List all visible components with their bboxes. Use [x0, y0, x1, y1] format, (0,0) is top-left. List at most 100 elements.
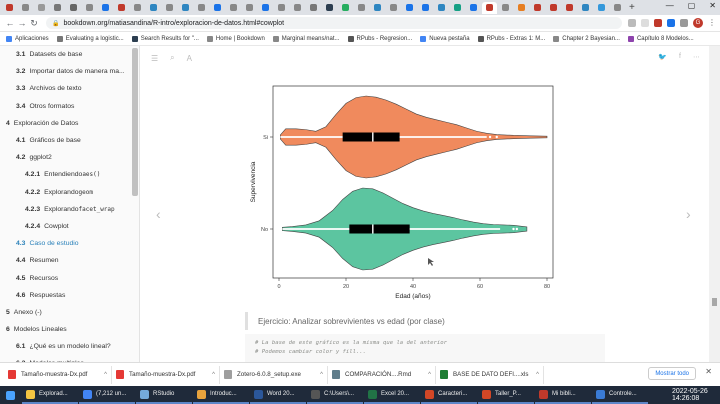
browser-tab[interactable] — [274, 2, 289, 14]
browser-tab[interactable] — [210, 2, 225, 14]
extension-icon[interactable] — [654, 19, 662, 27]
browser-tab[interactable] — [498, 2, 513, 14]
close-window-icon[interactable]: ✕ — [709, 1, 716, 10]
toc-item[interactable]: 4.1 Gráficos de base — [0, 132, 139, 149]
chevron-up-icon[interactable]: ^ — [428, 372, 431, 378]
taskbar-app[interactable]: Mi bibli... — [535, 386, 591, 404]
browser-tab[interactable] — [322, 2, 337, 14]
sidebar-scrollbar[interactable] — [132, 48, 138, 196]
puzzle-icon[interactable] — [680, 19, 688, 27]
toggle-sidebar-icon[interactable]: ☰ — [151, 54, 158, 63]
share-page-icon[interactable] — [628, 19, 636, 27]
browser-tab[interactable] — [98, 2, 113, 14]
browser-tab[interactable] — [162, 2, 177, 14]
browser-tab[interactable] — [434, 2, 449, 14]
taskbar-app[interactable]: Excel 20... — [364, 386, 420, 404]
show-all-downloads-button[interactable]: Mostrar todo — [648, 367, 696, 380]
bookmark-item[interactable]: Home | Bookdown — [206, 35, 265, 42]
bookmark-item[interactable]: RPubs - Regresion... — [347, 35, 412, 42]
browser-tab[interactable] — [146, 2, 161, 14]
browser-tab[interactable] — [562, 2, 577, 14]
browser-tab[interactable] — [18, 2, 33, 14]
bookmark-item[interactable]: Evaluating a logistic... — [56, 35, 124, 42]
browser-tab[interactable] — [386, 2, 401, 14]
previous-page-icon[interactable]: ‹ — [156, 206, 161, 222]
start-button[interactable] — [0, 386, 21, 404]
toc-item[interactable]: 4.3 Caso de estudio — [0, 235, 139, 252]
taskbar-app[interactable]: Caracteri... — [421, 386, 477, 404]
bookmark-item[interactable]: Capítulo 8 Modelos... — [627, 35, 694, 42]
bookmark-item[interactable]: Nueva pestaña — [420, 35, 470, 42]
browser-tab[interactable] — [258, 2, 273, 14]
reload-icon[interactable]: ↻ — [28, 18, 40, 29]
next-page-icon[interactable]: › — [686, 206, 691, 222]
download-item[interactable]: Tamaño-muestra-Dx.pdf ^ — [4, 365, 112, 384]
browser-tab[interactable] — [66, 2, 81, 14]
toc-item[interactable]: 4.6 Respuestas — [0, 287, 139, 304]
browser-tab[interactable] — [354, 2, 369, 14]
bookmark-item[interactable]: Search Results for "... — [131, 35, 199, 42]
taskbar-app[interactable]: (7,212 un... — [79, 386, 135, 404]
font-settings-icon[interactable]: A — [187, 54, 192, 63]
toc-item[interactable]: 3.2 Importar datos de manera ma... — [0, 63, 139, 80]
download-item[interactable]: Zotero-6.0.8_setup.exe ^ — [220, 365, 328, 384]
page-scrollbar[interactable] — [709, 46, 720, 362]
chevron-up-icon[interactable]: ^ — [320, 372, 323, 378]
extension-icon[interactable] — [667, 19, 675, 27]
browser-tab[interactable] — [466, 2, 481, 14]
forward-icon[interactable]: → — [16, 18, 28, 28]
search-icon[interactable]: ⌕ — [170, 53, 174, 63]
toc-item[interactable]: 4 Exploración de Datos — [0, 115, 139, 132]
browser-tab[interactable] — [546, 2, 561, 14]
browser-tab[interactable] — [482, 1, 497, 14]
browser-tab[interactable] — [450, 2, 465, 14]
toc-item[interactable]: 5 Anexo (-) — [0, 304, 139, 321]
taskbar-app[interactable]: C:\Users\... — [307, 386, 363, 404]
taskbar-app[interactable]: Introduc... — [193, 386, 249, 404]
chevron-up-icon[interactable]: ^ — [536, 372, 539, 378]
taskbar-app[interactable]: Taller_P... — [478, 386, 534, 404]
toc-item[interactable]: 4.2.4 Cowplot — [0, 218, 139, 235]
menu-dots-icon[interactable]: ⋮ — [708, 19, 716, 27]
taskbar-app[interactable]: RStudio — [136, 386, 192, 404]
close-downloads-icon[interactable]: ✕ — [705, 367, 712, 376]
toc-item[interactable]: 6.2Modelos multiples — [0, 355, 139, 362]
download-item[interactable]: COMPARACIÓN....Rmd ^ — [328, 365, 436, 384]
browser-tab[interactable] — [50, 2, 65, 14]
browser-tab[interactable] — [290, 2, 305, 14]
profile-avatar[interactable]: G — [693, 18, 703, 28]
toc-item[interactable]: 4.2.3 Explorando facet_wrap — [0, 201, 139, 218]
chevron-up-icon[interactable]: ^ — [212, 372, 215, 378]
browser-tab[interactable] — [530, 2, 545, 14]
page-scrollbar-thumb[interactable] — [712, 298, 717, 306]
browser-tab[interactable] — [130, 2, 145, 14]
chevron-up-icon[interactable]: ^ — [104, 372, 107, 378]
toc-item[interactable]: 4.2.2 Explorando geom — [0, 184, 139, 201]
browser-tab[interactable] — [226, 2, 241, 14]
browser-tab[interactable] — [2, 2, 17, 14]
browser-tab[interactable] — [306, 2, 321, 14]
taskbar-app[interactable]: Word 20... — [250, 386, 306, 404]
browser-tab[interactable] — [402, 2, 417, 14]
toc-item[interactable]: 6.1 ¿Qué es un modelo lineal? — [0, 338, 139, 355]
toc-item[interactable]: 3.1 Datasets de base — [0, 46, 139, 63]
toc-item[interactable]: 4.2.1 Entendiendo aes() — [0, 166, 139, 183]
twitter-icon[interactable]: 🐦 — [658, 53, 667, 61]
browser-tab[interactable] — [418, 2, 433, 14]
browser-tab[interactable] — [610, 2, 625, 14]
taskbar-app[interactable]: Explorad... — [22, 386, 78, 404]
browser-tab[interactable] — [514, 2, 529, 14]
browser-tab[interactable] — [338, 2, 353, 14]
taskbar-app[interactable]: Controle... — [592, 386, 648, 404]
maximize-icon[interactable]: ▢ — [688, 1, 696, 10]
toc-item[interactable]: 4.5 Recursos — [0, 269, 139, 286]
browser-tab[interactable] — [82, 2, 97, 14]
minimize-icon[interactable]: — — [666, 1, 674, 10]
toc-item[interactable]: 4.2 ggplot2 — [0, 149, 139, 166]
browser-tab[interactable] — [178, 2, 193, 14]
url-field[interactable]: 🔒 bookdown.org/matiasandina/R-intro/expl… — [46, 17, 622, 29]
browser-tab[interactable] — [242, 2, 257, 14]
download-item[interactable]: Tamaño-muestra-Dx.pdf ^ — [112, 365, 220, 384]
browser-tab[interactable] — [194, 2, 209, 14]
new-tab-icon[interactable]: + — [629, 2, 635, 13]
